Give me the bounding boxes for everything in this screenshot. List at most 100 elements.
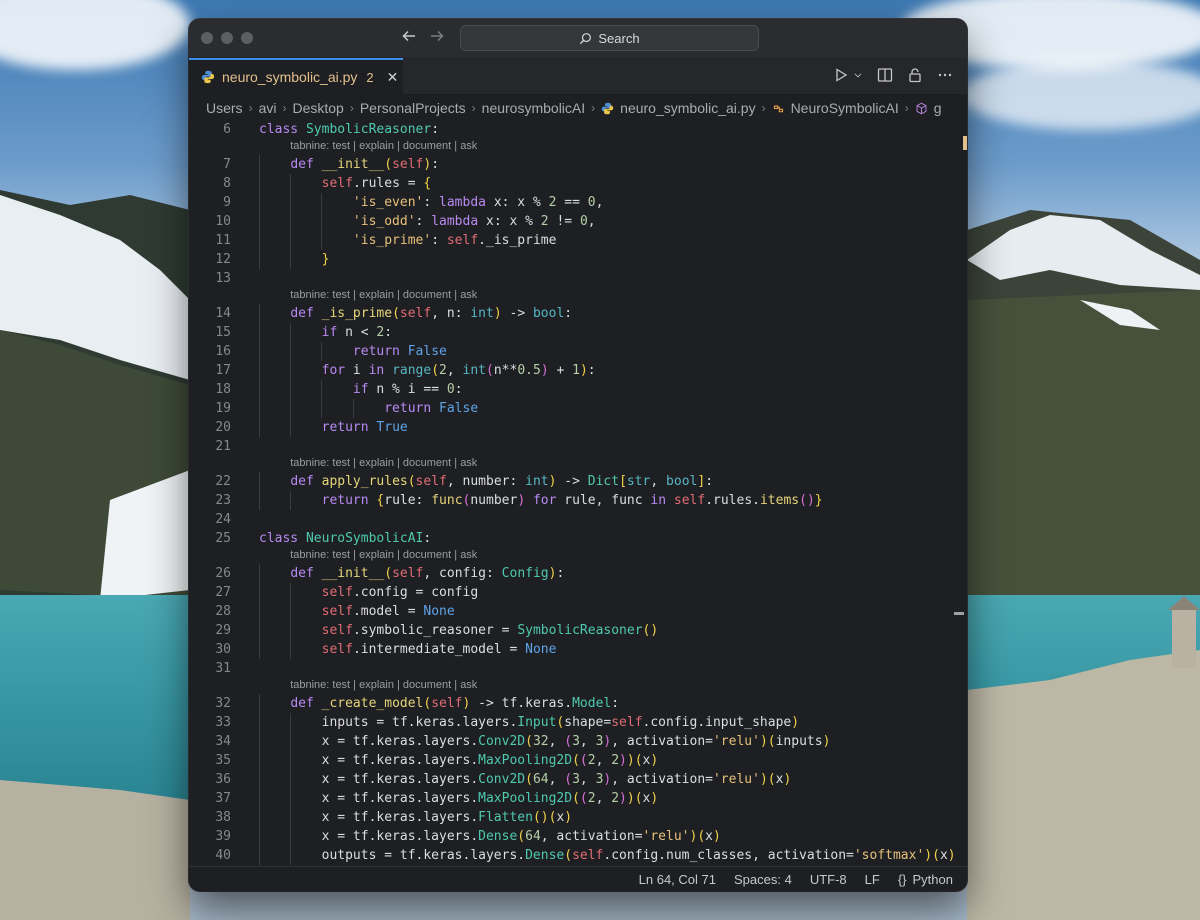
line-number: 31: [215, 661, 231, 676]
close-icon[interactable]: ✕: [387, 69, 399, 86]
breadcrumb-item-class[interactable]: NeuroSymbolicAI: [791, 100, 899, 116]
line-number: 32: [215, 696, 231, 711]
code-text: def __init__(self):: [290, 157, 440, 172]
line-number: 13: [215, 271, 231, 286]
code-line[interactable]: 9 'is_even': lambda x: x % 2 == 0,: [189, 193, 967, 212]
line-number: 38: [215, 810, 231, 825]
code-line[interactable]: 27 self.config = config: [189, 583, 967, 602]
editor-actions: [833, 67, 953, 83]
code-line[interactable]: 22 def apply_rules(self, number: int) ->…: [189, 472, 967, 491]
command-center-search[interactable]: Search: [460, 25, 759, 51]
code-line[interactable]: 14 def _is_prime(self, n: int) -> bool:: [189, 304, 967, 323]
line-number: 25: [215, 531, 231, 546]
code-line[interactable]: 23 return {rule: func(number) for rule, …: [189, 491, 967, 510]
line-number: 29: [215, 623, 231, 638]
editor-window: Search neuro_symbolic_ai.py 2 ✕ Users › a…: [189, 19, 967, 891]
code-line[interactable]: 21: [189, 437, 967, 456]
breadcrumb-item-avi[interactable]: avi: [259, 100, 277, 116]
tabnine-codelens[interactable]: tabnine: test | explain | document | ask: [290, 289, 477, 301]
tabnine-codelens[interactable]: tabnine: test | explain | document | ask: [290, 457, 477, 469]
code-line[interactable]: 29 self.symbolic_reasoner = SymbolicReas…: [189, 621, 967, 640]
end-of-line[interactable]: LF: [865, 872, 880, 887]
code-line[interactable]: 34 x = tf.keras.layers.Conv2D(32, (3, 3)…: [189, 732, 967, 751]
line-number: 15: [215, 325, 231, 340]
code-line[interactable]: 39 x = tf.keras.layers.Dense(64, activat…: [189, 827, 967, 846]
code-line[interactable]: 8 self.rules = {: [189, 174, 967, 193]
minimize-window-button[interactable]: [221, 32, 233, 44]
code-text: self.config = config: [321, 585, 479, 600]
code-line[interactable]: 15 if n < 2:: [189, 323, 967, 342]
line-number: 33: [215, 715, 231, 730]
code-line[interactable]: 26 def __init__(self, config: Config):: [189, 564, 967, 583]
scrollbar-thumb[interactable]: [954, 612, 964, 615]
code-text: 'is_even': lambda x: x % 2 == 0,: [352, 195, 604, 210]
forward-arrow-icon[interactable]: [429, 28, 445, 47]
breadcrumb-item-file[interactable]: neuro_symbolic_ai.py: [620, 100, 755, 116]
code-text: x = tf.keras.layers.MaxPooling2D((2, 2))…: [259, 753, 659, 768]
code-line[interactable]: 24: [189, 510, 967, 529]
code-line[interactable]: 35 x = tf.keras.layers.MaxPooling2D((2, …: [189, 751, 967, 770]
zoom-window-button[interactable]: [241, 32, 253, 44]
cursor-position[interactable]: Ln 64, Col 71: [639, 872, 716, 887]
tabnine-codelens[interactable]: tabnine: test | explain | document | ask: [290, 140, 477, 152]
code-line[interactable]: 10 'is_odd': lambda x: x % 2 != 0,: [189, 212, 967, 231]
breadcrumb-item-method[interactable]: g: [934, 100, 942, 116]
lock-icon[interactable]: [907, 67, 923, 83]
code-text: class SymbolicReasoner:: [259, 122, 440, 137]
code-text: class NeuroSymbolicAI:: [259, 531, 432, 546]
line-number: 34: [215, 734, 231, 749]
code-line[interactable]: 6 class SymbolicReasoner:: [189, 120, 967, 139]
code-line[interactable]: 17 for i in range(2, int(n**0.5) + 1):: [189, 361, 967, 380]
breadcrumb-separator: ›: [471, 101, 476, 115]
line-number: 9: [223, 195, 231, 210]
code-text: 'is_prime': self._is_prime: [352, 233, 557, 248]
code-line[interactable]: 11 'is_prime': self._is_prime: [189, 231, 967, 250]
code-line[interactable]: 40 outputs = tf.keras.layers.Dense(self.…: [189, 846, 967, 865]
code-line[interactable]: 28 self.model = None: [189, 602, 967, 621]
code-line[interactable]: 20 return True: [189, 418, 967, 437]
symbol-method-icon: [916, 102, 927, 114]
breadcrumb-item-neurosymbolicai[interactable]: neurosymbolicAI: [482, 100, 586, 116]
code-text: def _create_model(self) -> tf.keras.Mode…: [290, 696, 620, 711]
code-line[interactable]: 31: [189, 659, 967, 678]
breadcrumb-item-users[interactable]: Users: [206, 100, 243, 116]
close-window-button[interactable]: [201, 32, 213, 44]
code-line[interactable]: 12 }: [189, 250, 967, 269]
tab-neuro-symbolic-ai[interactable]: neuro_symbolic_ai.py 2 ✕: [189, 58, 403, 94]
code-text: x = tf.keras.layers.Conv2D(64, (3, 3), a…: [259, 772, 792, 787]
breadcrumb-item-personalprojects[interactable]: PersonalProjects: [360, 100, 466, 116]
file-encoding[interactable]: UTF-8: [810, 872, 847, 887]
code-line[interactable]: 7 def __init__(self):: [189, 155, 967, 174]
code-line[interactable]: 13: [189, 269, 967, 288]
code-line[interactable]: 16 return False: [189, 342, 967, 361]
code-line[interactable]: 33 inputs = tf.keras.layers.Input(shape=…: [189, 713, 967, 732]
language-mode[interactable]: {} Python: [898, 872, 953, 887]
code-text: x = tf.keras.layers.MaxPooling2D((2, 2))…: [259, 791, 659, 806]
code-text: outputs = tf.keras.layers.Dense(self.con…: [259, 848, 956, 863]
split-editor-icon[interactable]: [877, 67, 893, 83]
breadcrumb-separator: ›: [904, 101, 909, 115]
line-number: 21: [215, 439, 231, 454]
tabnine-codelens[interactable]: tabnine: test | explain | document | ask: [290, 679, 477, 691]
code-line[interactable]: 36 x = tf.keras.layers.Conv2D(64, (3, 3)…: [189, 770, 967, 789]
code-line[interactable]: 38 x = tf.keras.layers.Flatten()(x): [189, 808, 967, 827]
code-editor[interactable]: 6 class SymbolicReasoner: tabnine: test | …: [189, 120, 967, 867]
run-icon[interactable]: [833, 67, 849, 83]
breadcrumb-separator: ›: [282, 101, 287, 115]
back-arrow-icon[interactable]: [401, 28, 417, 47]
breadcrumb-separator: ›: [349, 101, 354, 115]
code-line[interactable]: 32 def _create_model(self) -> tf.keras.M…: [189, 694, 967, 713]
line-number: 39: [215, 829, 231, 844]
code-line[interactable]: 30 self.intermediate_model = None: [189, 640, 967, 659]
code-line[interactable]: 25 class NeuroSymbolicAI:: [189, 529, 967, 548]
breadcrumb-item-desktop[interactable]: Desktop: [292, 100, 343, 116]
indentation-setting[interactable]: Spaces: 4: [734, 872, 792, 887]
code-line[interactable]: 19 return False: [189, 399, 967, 418]
code-line[interactable]: 37 x = tf.keras.layers.MaxPooling2D((2, …: [189, 789, 967, 808]
line-number: 7: [223, 157, 231, 172]
code-text: def _is_prime(self, n: int) -> bool:: [290, 306, 573, 321]
chevron-down-icon[interactable]: [853, 67, 863, 83]
tabnine-codelens[interactable]: tabnine: test | explain | document | ask: [290, 549, 477, 561]
code-line[interactable]: 18 if n % i == 0:: [189, 380, 967, 399]
more-icon[interactable]: [937, 67, 953, 83]
